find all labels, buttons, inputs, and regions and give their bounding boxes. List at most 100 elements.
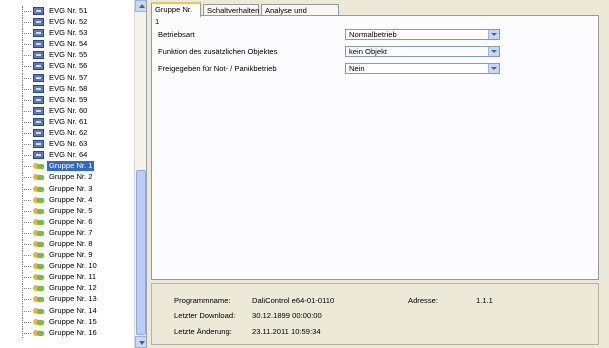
tree-item-evg[interactable]: EVG Nr. 54 bbox=[0, 39, 134, 50]
ballast-device-icon bbox=[33, 106, 44, 115]
tree-item-group[interactable]: Gruppe Nr. 10 bbox=[0, 261, 134, 272]
tree-item-label: EVG Nr. 54 bbox=[49, 39, 88, 49]
tree-connector-line bbox=[22, 50, 32, 61]
ballast-device-icon bbox=[33, 84, 44, 93]
tree-item-group[interactable]: Gruppe Nr. 9 bbox=[0, 250, 134, 261]
address-value: 1.1.1 bbox=[476, 296, 493, 305]
tree-connector-line bbox=[22, 105, 32, 116]
tree-item-label: Gruppe Nr. 12 bbox=[49, 283, 97, 293]
tree-item-evg[interactable]: EVG Nr. 56 bbox=[0, 61, 134, 72]
tree-connector-line bbox=[22, 172, 32, 183]
tree-item-label: Gruppe Nr. 9 bbox=[49, 250, 93, 260]
tree-item-group[interactable]: Gruppe Nr. 7 bbox=[0, 227, 134, 238]
additional-object-select[interactable]: kein Objekt bbox=[345, 46, 500, 57]
tree-item-label: EVG Nr. 56 bbox=[49, 61, 88, 71]
tree-item-evg[interactable]: EVG Nr. 55 bbox=[0, 50, 134, 61]
tree-item-evg[interactable]: EVG Nr. 59 bbox=[0, 94, 134, 105]
lamp-group-icon bbox=[33, 185, 44, 193]
tree-item-group[interactable]: Gruppe Nr. 3 bbox=[0, 183, 134, 194]
tree-item-label: Gruppe Nr. 15 bbox=[49, 316, 97, 326]
tree-item-label: Gruppe Nr. 10 bbox=[49, 261, 97, 271]
ballast-device-icon bbox=[33, 7, 44, 15]
ballast-device-icon bbox=[33, 140, 44, 149]
chevron-down-icon[interactable] bbox=[488, 47, 499, 56]
tree-item-evg[interactable]: EVG Nr. 57 bbox=[0, 72, 134, 83]
tree-item-group[interactable]: Gruppe Nr. 4 bbox=[0, 194, 134, 205]
tree-item-group[interactable]: Gruppe Nr. 5 bbox=[0, 205, 134, 216]
tree-connector-line bbox=[22, 161, 32, 172]
tree-connector-line bbox=[22, 238, 32, 249]
tree-item-evg[interactable]: EVG Nr. 64 bbox=[0, 150, 134, 161]
tree-item-group[interactable]: Gruppe Nr. 6 bbox=[0, 216, 134, 227]
tree-item-label: EVG Nr. 52 bbox=[49, 17, 88, 27]
lamp-group-icon bbox=[33, 329, 44, 337]
tree-item-evg[interactable]: EVG Nr. 61 bbox=[0, 116, 134, 127]
tree-item-label: EVG Nr. 60 bbox=[49, 105, 88, 115]
tree-connector-line bbox=[22, 72, 32, 83]
ballast-device-icon bbox=[33, 117, 44, 126]
tree-item-label: Gruppe Nr. 16 bbox=[49, 327, 97, 337]
tree-connector-line bbox=[22, 194, 32, 205]
additional-object-value: kein Objekt bbox=[349, 47, 387, 56]
tree-item-label: EVG Nr. 53 bbox=[49, 28, 88, 38]
lamp-group-icon bbox=[33, 318, 44, 326]
tree-item-evg[interactable]: EVG Nr. 52 bbox=[0, 17, 134, 28]
tree-item-label: EVG Nr. 63 bbox=[49, 139, 88, 149]
tree-item-evg[interactable]: EVG Nr. 63 bbox=[0, 139, 134, 150]
device-info-box: Programmname: DaliControl e64-01-0110 Ad… bbox=[151, 283, 599, 345]
scroll-up-arrow-icon[interactable] bbox=[135, 0, 146, 12]
address-label: Adresse: bbox=[408, 296, 438, 305]
tree-item-group[interactable]: Gruppe Nr. 12 bbox=[0, 283, 134, 294]
ballast-device-icon bbox=[33, 95, 44, 104]
tree-item-group[interactable]: Gruppe Nr. 11 bbox=[0, 272, 134, 283]
project-tree[interactable]: EVG Nr. 51 EVG Nr. 52 EVG Nr. 53 EVG Nr. 54… bbox=[0, 0, 147, 348]
tree-item-group[interactable]: Gruppe Nr. 2 bbox=[0, 172, 134, 183]
chevron-down-icon[interactable] bbox=[488, 30, 499, 39]
last-download-label: Letzter Download: bbox=[174, 311, 236, 320]
scroll-down-arrow-icon[interactable] bbox=[135, 336, 146, 348]
tree-item-group[interactable]: Gruppe Nr. 13 bbox=[0, 294, 134, 305]
operating-mode-select[interactable]: Normalbetrieb bbox=[345, 29, 500, 40]
ballast-device-icon bbox=[33, 29, 44, 38]
tab-group[interactable]: Gruppe Nr. 1 bbox=[151, 2, 201, 26]
tree-item-label: Gruppe Nr. 8 bbox=[49, 238, 93, 248]
emergency-mode-value: Nein bbox=[349, 64, 365, 73]
tree-item-group[interactable]: Gruppe Nr. 8 bbox=[0, 238, 134, 249]
tree-item-evg[interactable]: EVG Nr. 51 bbox=[0, 6, 134, 16]
tree-item-label: Gruppe Nr. 5 bbox=[49, 205, 93, 215]
tree-scrollbar[interactable] bbox=[134, 0, 146, 348]
tree-item-label: EVG Nr. 57 bbox=[49, 72, 88, 82]
tree-item-evg[interactable]: EVG Nr. 62 bbox=[0, 128, 134, 139]
lamp-group-icon bbox=[33, 207, 44, 215]
tree-connector-line bbox=[22, 272, 32, 283]
program-name-label: Programmname: bbox=[174, 296, 231, 305]
tree-connector-line bbox=[22, 227, 32, 238]
tree-item-evg[interactable]: EVG Nr. 60 bbox=[0, 105, 134, 116]
tree-connector-line bbox=[22, 316, 32, 327]
additional-object-label: Funktion des zusätzlichen Objektes bbox=[158, 47, 278, 56]
tree-item-label: EVG Nr. 55 bbox=[49, 50, 88, 60]
tree-item-label: EVG Nr. 64 bbox=[49, 150, 88, 160]
operating-mode-value: Normalbetrieb bbox=[349, 30, 397, 39]
tree-item-group[interactable]: Gruppe Nr. 1 bbox=[0, 161, 134, 172]
lamp-group-icon bbox=[33, 173, 44, 181]
tree-item-evg[interactable]: EVG Nr. 58 bbox=[0, 83, 134, 94]
tree-connector-line bbox=[22, 17, 32, 28]
emergency-mode-select[interactable]: Nein bbox=[345, 63, 500, 74]
tree-item-evg[interactable]: EVG Nr. 53 bbox=[0, 28, 134, 39]
ballast-device-icon bbox=[33, 62, 44, 71]
tree-connector-line bbox=[22, 6, 32, 16]
tree-item-group[interactable]: Gruppe Nr. 15 bbox=[0, 316, 134, 327]
lamp-group-icon bbox=[33, 307, 44, 315]
chevron-down-icon[interactable] bbox=[488, 64, 499, 73]
tree-item-label: Gruppe Nr. 2 bbox=[49, 172, 93, 182]
tree-connector-line bbox=[22, 216, 32, 227]
lamp-group-icon bbox=[33, 295, 44, 303]
scrollbar-thumb[interactable] bbox=[136, 170, 146, 335]
ballast-device-icon bbox=[33, 18, 44, 27]
tree-item-label: Gruppe Nr. 4 bbox=[49, 194, 93, 204]
tree-item-group[interactable]: Gruppe Nr. 16 bbox=[0, 327, 134, 338]
tree-item-group[interactable]: Gruppe Nr. 14 bbox=[0, 305, 134, 316]
tree-connector-line bbox=[22, 94, 32, 105]
tree-item-label: EVG Nr. 58 bbox=[49, 83, 88, 93]
